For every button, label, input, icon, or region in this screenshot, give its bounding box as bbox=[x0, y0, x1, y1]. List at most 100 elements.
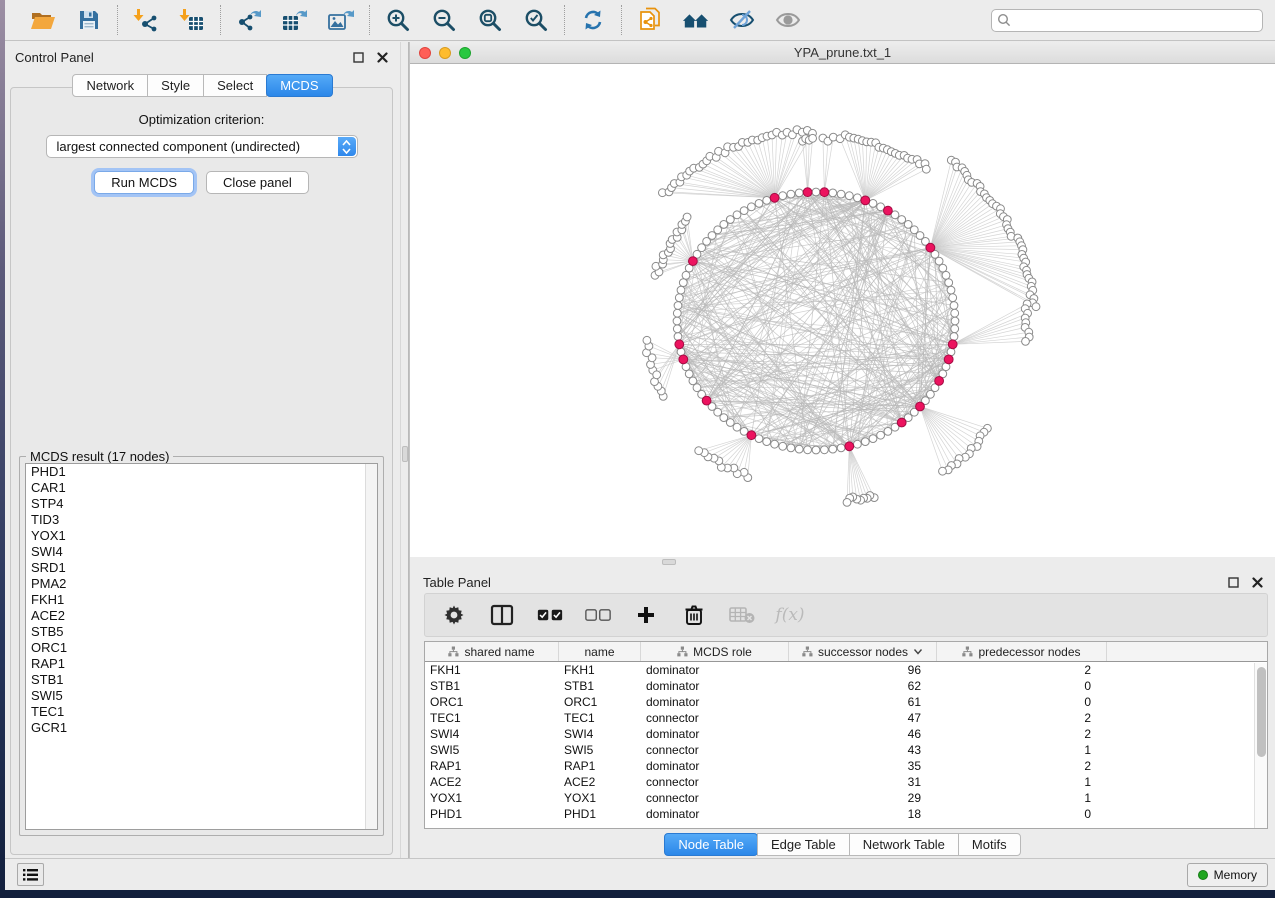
run-mcds-button[interactable]: Run MCDS bbox=[94, 171, 194, 194]
delete-columns-icon[interactable] bbox=[681, 602, 707, 628]
table-scrollbar[interactable] bbox=[1254, 663, 1267, 828]
cell-MCDS-role: connector bbox=[641, 710, 789, 726]
table-row[interactable]: ORC1ORC1dominator610 bbox=[425, 694, 1267, 710]
cell-successor-nodes: 35 bbox=[789, 758, 937, 774]
show-selected-icon[interactable] bbox=[774, 6, 802, 34]
mcds-result-item[interactable]: SRD1 bbox=[26, 560, 377, 576]
main-toolbar bbox=[5, 0, 1275, 41]
mcds-result-item[interactable]: TEC1 bbox=[26, 704, 377, 720]
zoom-selected-icon[interactable] bbox=[522, 6, 550, 34]
cell-name: STB1 bbox=[559, 678, 641, 694]
search-field-wrap bbox=[991, 9, 1263, 32]
deselect-all-columns-icon[interactable] bbox=[585, 602, 611, 628]
tab-edge-table[interactable]: Edge Table bbox=[757, 833, 850, 856]
zoom-out-icon[interactable] bbox=[430, 6, 458, 34]
refresh-layout-icon[interactable] bbox=[579, 6, 607, 34]
mcds-result-list[interactable]: PHD1CAR1STP4TID3YOX1SWI4SRD1PMA2FKH1ACE2… bbox=[25, 463, 378, 830]
mcds-result-item[interactable]: STP4 bbox=[26, 496, 377, 512]
export-image-icon[interactable] bbox=[327, 6, 355, 34]
table-row[interactable]: SWI5SWI5connector431 bbox=[425, 742, 1267, 758]
vertical-splitter-grip[interactable] bbox=[402, 446, 408, 462]
column-header-predecessor-nodes[interactable]: predecessor nodes bbox=[937, 642, 1107, 661]
clone-network-icon[interactable] bbox=[636, 6, 664, 34]
mcds-result-item[interactable]: PMA2 bbox=[26, 576, 377, 592]
split-panel-icon[interactable] bbox=[489, 602, 515, 628]
table-row[interactable]: RAP1RAP1dominator352 bbox=[425, 758, 1267, 774]
mcds-result-item[interactable]: ORC1 bbox=[26, 640, 377, 656]
mcds-result-item[interactable]: STB1 bbox=[26, 672, 377, 688]
column-header-shared-name[interactable]: shared name bbox=[425, 642, 559, 661]
table-row[interactable]: STB1STB1dominator620 bbox=[425, 678, 1267, 694]
tab-style[interactable]: Style bbox=[147, 74, 204, 97]
select-all-columns-icon[interactable] bbox=[537, 602, 563, 628]
cell-name: ORC1 bbox=[559, 694, 641, 710]
mcds-result-item[interactable]: RAP1 bbox=[26, 656, 377, 672]
control-panel-tabs: NetworkStyleSelectMCDS bbox=[72, 74, 332, 97]
cell-shared-name: FKH1 bbox=[425, 662, 559, 678]
mcds-result-item[interactable]: SWI5 bbox=[26, 688, 377, 704]
tab-mcds[interactable]: MCDS bbox=[266, 74, 332, 97]
optimization-criterion-select[interactable]: largest connected component (undirected) bbox=[46, 135, 358, 158]
float-panel-icon[interactable] bbox=[350, 49, 366, 65]
export-table-icon[interactable] bbox=[281, 6, 309, 34]
task-history-button[interactable] bbox=[17, 863, 44, 886]
tab-network[interactable]: Network bbox=[72, 74, 148, 97]
zoom-fit-icon[interactable] bbox=[476, 6, 504, 34]
cell-predecessor-nodes: 0 bbox=[937, 806, 1107, 822]
cell-name: YOX1 bbox=[559, 790, 641, 806]
close-table-panel-icon[interactable] bbox=[1249, 574, 1265, 590]
network-and-table-area: YPA_prune.txt_1 Table Panel bbox=[409, 42, 1275, 858]
horizontal-splitter-grip[interactable] bbox=[662, 559, 676, 565]
add-column-icon[interactable] bbox=[633, 602, 659, 628]
mcds-result-item[interactable]: FKH1 bbox=[26, 592, 377, 608]
table-row[interactable]: YOX1YOX1connector291 bbox=[425, 790, 1267, 806]
cell-successor-nodes: 96 bbox=[789, 662, 937, 678]
column-header-MCDS-role[interactable]: MCDS role bbox=[641, 642, 789, 661]
import-table-icon[interactable] bbox=[178, 6, 206, 34]
search-input[interactable] bbox=[991, 9, 1263, 32]
column-header-name[interactable]: name bbox=[559, 642, 641, 661]
mcds-result-item[interactable]: GCR1 bbox=[26, 720, 377, 736]
cell-predecessor-nodes: 1 bbox=[937, 742, 1107, 758]
open-file-icon[interactable] bbox=[29, 6, 57, 34]
table-row[interactable]: FKH1FKH1dominator962 bbox=[425, 662, 1267, 678]
close-panel-icon[interactable] bbox=[374, 49, 390, 65]
mcds-result-item[interactable]: PHD1 bbox=[26, 464, 377, 480]
horizontal-splitter[interactable] bbox=[410, 557, 1275, 567]
network-canvas[interactable] bbox=[410, 64, 1274, 557]
mcds-result-item[interactable]: TID3 bbox=[26, 512, 377, 528]
settings-gear-icon[interactable] bbox=[441, 602, 467, 628]
optimization-criterion-label: Optimization criterion: bbox=[11, 112, 392, 127]
table-row[interactable]: ACE2ACE2connector311 bbox=[425, 774, 1267, 790]
node-table-header: shared namenameMCDS rolesuccessor nodesp… bbox=[425, 642, 1267, 662]
cell-MCDS-role: connector bbox=[641, 774, 789, 790]
table-row[interactable]: TEC1TEC1connector472 bbox=[425, 710, 1267, 726]
close-panel-button[interactable]: Close panel bbox=[206, 171, 309, 194]
tab-network-table[interactable]: Network Table bbox=[849, 833, 959, 856]
import-network-icon[interactable] bbox=[132, 6, 160, 34]
cell-shared-name: SWI5 bbox=[425, 742, 559, 758]
mcds-result-item[interactable]: ACE2 bbox=[26, 608, 377, 624]
table-scrollbar-thumb[interactable] bbox=[1257, 667, 1266, 757]
cell-MCDS-role: dominator bbox=[641, 758, 789, 774]
tab-select[interactable]: Select bbox=[203, 74, 267, 97]
show-all-nodes-icon[interactable] bbox=[682, 6, 710, 34]
mcds-list-scrollbar[interactable] bbox=[365, 464, 377, 829]
mcds-result-item[interactable]: STB5 bbox=[26, 624, 377, 640]
table-row[interactable]: PHD1PHD1dominator180 bbox=[425, 806, 1267, 822]
hide-selected-icon[interactable] bbox=[728, 6, 756, 34]
export-network-icon[interactable] bbox=[235, 6, 263, 34]
float-table-panel-icon[interactable] bbox=[1225, 574, 1241, 590]
mcds-result-item[interactable]: CAR1 bbox=[26, 480, 377, 496]
mcds-result-item[interactable]: SWI4 bbox=[26, 544, 377, 560]
memory-button[interactable]: Memory bbox=[1187, 863, 1268, 887]
table-row[interactable]: SWI4SWI4dominator462 bbox=[425, 726, 1267, 742]
column-header-successor-nodes[interactable]: successor nodes bbox=[789, 642, 937, 661]
tab-motifs[interactable]: Motifs bbox=[958, 833, 1021, 856]
vertical-splitter[interactable] bbox=[400, 42, 409, 858]
save-session-icon[interactable] bbox=[75, 6, 103, 34]
tab-node-table[interactable]: Node Table bbox=[664, 833, 758, 856]
zoom-in-icon[interactable] bbox=[384, 6, 412, 34]
mcds-result-item[interactable]: YOX1 bbox=[26, 528, 377, 544]
attribute-tree-icon bbox=[962, 646, 973, 657]
